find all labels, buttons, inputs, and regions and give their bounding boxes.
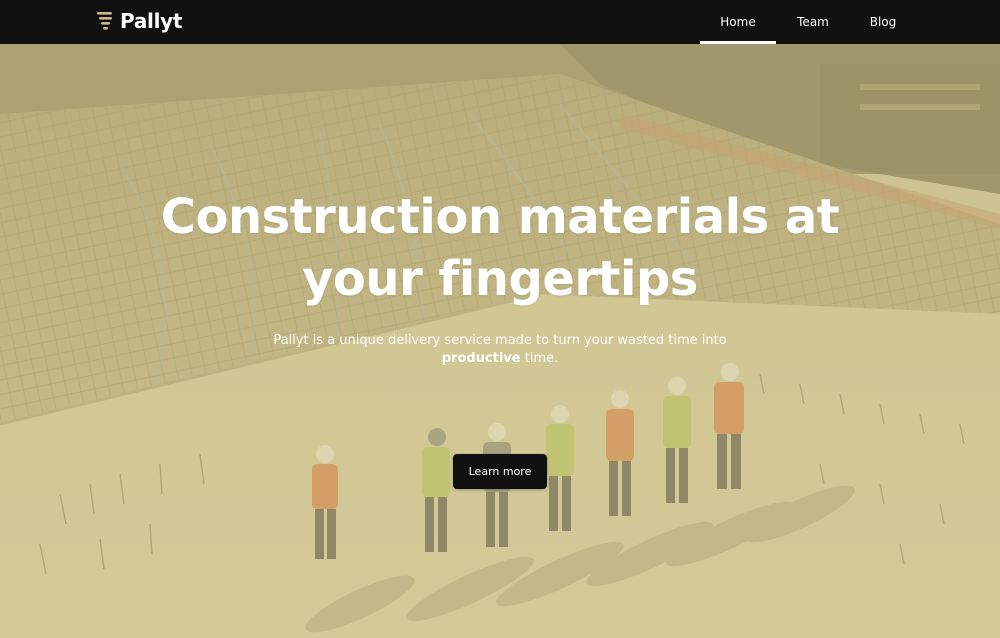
pallet-stack-icon bbox=[97, 12, 112, 30]
hero-subtitle-text-2: time. bbox=[520, 351, 559, 366]
hero-section: Construction materials at your fingertip… bbox=[0, 44, 1000, 638]
hero-title-line-2: your fingertips bbox=[302, 251, 698, 307]
hero-title-line-1: Construction materials at bbox=[160, 189, 840, 245]
hero-subtitle-bold: productive bbox=[441, 351, 521, 366]
nav-blog[interactable]: Blog bbox=[850, 0, 916, 44]
site-header: Pallyt Home Team Blog bbox=[0, 0, 1000, 44]
nav-home[interactable]: Home bbox=[700, 0, 776, 44]
nav-team[interactable]: Team bbox=[776, 0, 850, 44]
learn-more-button[interactable]: Learn more bbox=[453, 454, 547, 489]
hero-title: Construction materials at your fingertip… bbox=[60, 186, 940, 310]
hero-content: Construction materials at your fingertip… bbox=[0, 44, 1000, 638]
logo-link[interactable]: Pallyt bbox=[96, 9, 182, 33]
brand-name: Pallyt bbox=[120, 9, 183, 33]
main-nav: Home Team Blog bbox=[700, 0, 1000, 44]
hero-subtitle: Pallyt is a unique delivery service made… bbox=[250, 332, 750, 368]
hero-subtitle-text-1: Pallyt is a unique delivery service made… bbox=[273, 333, 727, 348]
